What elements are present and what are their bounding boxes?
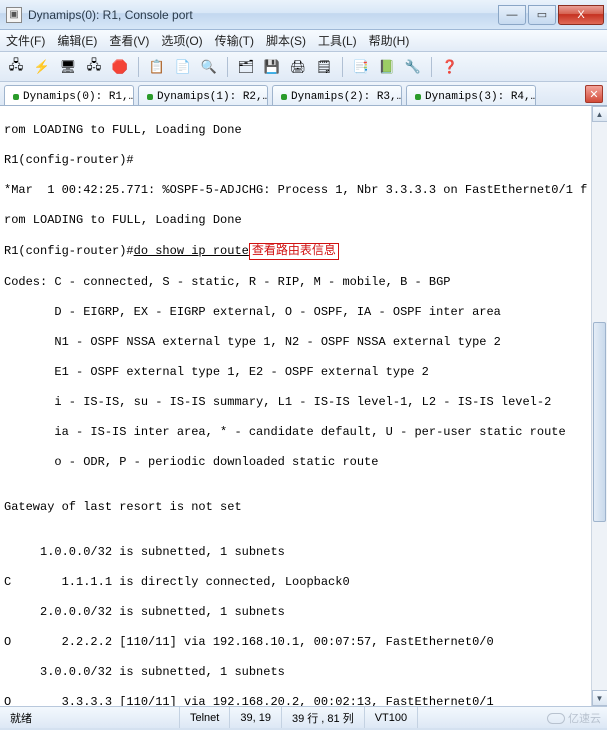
terminal-line: rom LOADING to FULL, Loading Done — [4, 123, 587, 138]
route-line: O 2.2.2.2 [110/11] via 192.168.10.1, 00:… — [4, 635, 587, 650]
paste-icon[interactable]: 📄 — [173, 57, 193, 77]
maximize-button[interactable]: ▭ — [528, 5, 556, 25]
menubar: 文件(F) 编辑(E) 查看(V) 选项(O) 传输(T) 脚本(S) 工具(L… — [0, 30, 607, 52]
terminal-line: Gateway of last resort is not set — [4, 500, 587, 515]
scroll-thumb[interactable] — [593, 322, 606, 522]
terminal-line: N1 - OSPF NSSA external type 1, N2 - OSP… — [4, 335, 587, 350]
command-text: do show ip route — [134, 244, 249, 258]
toolbar-sep — [227, 57, 228, 77]
menu-edit[interactable]: 编辑(E) — [57, 32, 97, 49]
print-icon[interactable]: 🖨 — [288, 57, 308, 77]
menu-help[interactable]: 帮助(H) — [369, 32, 410, 49]
connect-icon[interactable]: 🖧 — [84, 57, 104, 77]
status-dimensions: 39 行 , 81 列 — [282, 707, 365, 728]
close-button[interactable]: X — [558, 5, 604, 25]
terminal-line: ia - IS-IS inter area, * - candidate def… — [4, 425, 587, 440]
toolbar-sep — [138, 57, 139, 77]
help-icon[interactable]: ❓ — [440, 57, 460, 77]
tab-label: Dynamips(1): R2,… — [157, 91, 268, 103]
scroll-down-icon[interactable]: ▼ — [592, 690, 607, 706]
log-icon[interactable]: 🗒 — [314, 57, 334, 77]
options-icon[interactable]: 🔧 — [403, 57, 423, 77]
route-line: 2.0.0.0/32 is subnetted, 1 subnets — [4, 605, 587, 620]
status-dot-icon — [147, 94, 153, 100]
scroll-track[interactable] — [592, 122, 607, 690]
route-line: 1.0.0.0/32 is subnetted, 1 subnets — [4, 545, 587, 560]
save-icon[interactable]: 💾 — [262, 57, 282, 77]
status-spacer — [418, 707, 438, 728]
terminal[interactable]: rom LOADING to FULL, Loading Done R1(con… — [0, 106, 591, 706]
window-title: Dynamips(0): R1, Console port — [28, 8, 496, 22]
route-line: C 1.1.1.1 is directly connected, Loopbac… — [4, 575, 587, 590]
menu-tools[interactable]: 工具(L) — [318, 32, 357, 49]
tab-label: Dynamips(0): R1,… — [23, 91, 134, 103]
terminal-line: o - ODR, P - periodic downloaded static … — [4, 455, 587, 470]
annotation-view-route: 查看路由表信息 — [249, 243, 339, 260]
tab-r1[interactable]: Dynamips(0): R1,… — [4, 85, 134, 105]
cloud-icon — [547, 713, 565, 724]
route-line: O 3.3.3.3 [110/11] via 192.168.20.2, 00:… — [4, 695, 587, 706]
route-line: 3.0.0.0/32 is subnetted, 1 subnets — [4, 665, 587, 680]
menu-script[interactable]: 脚本(S) — [266, 32, 306, 49]
tab-label: Dynamips(2): R3,… — [291, 91, 402, 103]
search-icon[interactable]: 🔍 — [199, 57, 219, 77]
toolbar: 🖧 ⚡ 🖥 🖧 🛑 📋 📄 🔍 🗂 💾 🖨 🗒 📑 📗 🔧 ❓ — [0, 52, 607, 82]
terminal-line: R1(config-router)# — [4, 153, 587, 168]
terminal-line: rom LOADING to FULL, Loading Done — [4, 213, 587, 228]
toolbar-sep — [342, 57, 343, 77]
tab-r2[interactable]: Dynamips(1): R2,… — [138, 85, 268, 105]
status-protocol: Telnet — [180, 707, 230, 728]
toolbar-sep — [431, 57, 432, 77]
menu-options[interactable]: 选项(O) — [161, 32, 202, 49]
menu-view[interactable]: 查看(V) — [109, 32, 149, 49]
window-buttons: — ▭ X — [496, 5, 604, 25]
tab-close-button[interactable]: ✕ — [585, 85, 603, 103]
tab-r4[interactable]: Dynamips(3): R4,… — [406, 85, 536, 105]
terminal-line: E1 - OSPF external type 1, E2 - OSPF ext… — [4, 365, 587, 380]
status-ready: 就绪 — [0, 707, 180, 728]
status-dot-icon — [281, 94, 287, 100]
status-cursor-pos: 39, 19 — [230, 707, 282, 728]
terminal-line: i - IS-IS, su - IS-IS summary, L1 - IS-I… — [4, 395, 587, 410]
menu-transfer[interactable]: 传输(T) — [215, 32, 254, 49]
terminal-cmd-line: R1(config-router)#do show ip route查看路由表信… — [4, 243, 587, 260]
tab-label: Dynamips(3): R4,… — [425, 91, 536, 103]
status-dot-icon — [13, 94, 19, 100]
app-icon: ▣ — [6, 7, 22, 23]
tabbar: Dynamips(0): R1,… Dynamips(1): R2,… Dyna… — [0, 82, 607, 106]
scroll-up-icon[interactable]: ▲ — [592, 106, 607, 122]
folder-icon[interactable]: 🗂 — [236, 57, 256, 77]
terminal-area: rom LOADING to FULL, Loading Done R1(con… — [0, 106, 607, 706]
watermark-text: 亿速云 — [568, 710, 601, 726]
watermark: 亿速云 — [547, 710, 601, 726]
keymap-icon[interactable]: 📗 — [377, 57, 397, 77]
status-term-type: VT100 — [365, 707, 418, 728]
minimize-button[interactable]: — — [498, 5, 526, 25]
terminal-line: Codes: C - connected, S - static, R - RI… — [4, 275, 587, 290]
copy-icon[interactable]: 📋 — [147, 57, 167, 77]
script-icon[interactable]: 📑 — [351, 57, 371, 77]
titlebar: ▣ Dynamips(0): R1, Console port — ▭ X — [0, 0, 607, 30]
statusbar: 就绪 Telnet 39, 19 39 行 , 81 列 VT100 — [0, 706, 607, 728]
disconnect-icon[interactable]: 🛑 — [110, 57, 130, 77]
vertical-scrollbar[interactable]: ▲ ▼ — [591, 106, 607, 706]
terminal-line: *Mar 1 00:42:25.771: %OSPF-5-ADJCHG: Pro… — [4, 183, 587, 198]
tab-r3[interactable]: Dynamips(2): R3,… — [272, 85, 402, 105]
reconnect-icon[interactable]: 🖥 — [58, 57, 78, 77]
status-dot-icon — [415, 94, 421, 100]
quick-connect-icon[interactable]: ⚡ — [32, 57, 52, 77]
menu-file[interactable]: 文件(F) — [6, 32, 45, 49]
terminal-line: D - EIGRP, EX - EIGRP external, O - OSPF… — [4, 305, 587, 320]
session-manager-icon[interactable]: 🖧 — [6, 57, 26, 77]
